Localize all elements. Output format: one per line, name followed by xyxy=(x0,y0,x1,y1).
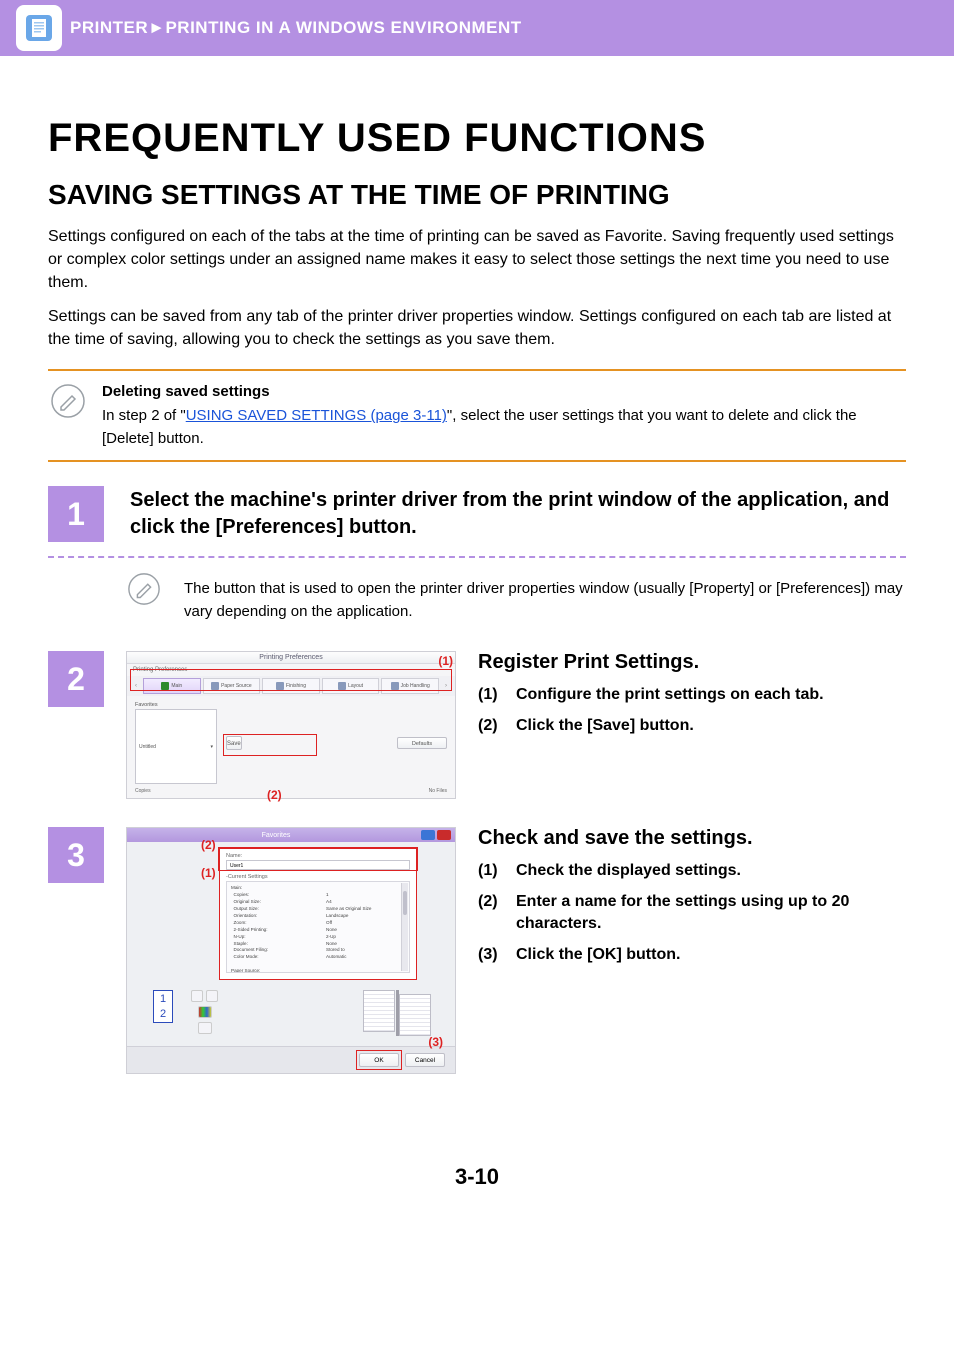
breadcrumb-section: PRINTER xyxy=(70,18,148,37)
settings-right-col: 1 A4 Same as Original Size Landscape Off… xyxy=(326,885,405,969)
tab-main-icon xyxy=(161,682,169,690)
chevron-left-icon[interactable]: ‹ xyxy=(131,683,141,689)
scrollbar[interactable] xyxy=(401,883,408,971)
output-preview xyxy=(363,990,435,1040)
settings-list: Main: Copies: Original Size: Output Size… xyxy=(226,881,410,973)
step-3-item-3: (3)Click the [OK] button. xyxy=(478,944,906,966)
tab-job-icon xyxy=(391,682,399,690)
callout-label-1: (1) xyxy=(201,866,216,880)
page-number: 3-10 xyxy=(48,1164,906,1190)
page-h1: FREQUENTLY USED FUNCTIONS xyxy=(48,116,906,161)
favorites-label: Favorites xyxy=(135,702,220,708)
color-preview-icon xyxy=(198,1006,212,1018)
name-input[interactable]: User1 xyxy=(226,860,410,870)
breadcrumb: PRINTER►PRINTING IN A WINDOWS ENVIRONMEN… xyxy=(70,18,522,38)
breadcrumb-page: PRINTING IN A WINDOWS ENVIRONMENT xyxy=(165,18,521,37)
step-2-item-1: (1)Configure the print settings on each … xyxy=(478,684,906,706)
no-files-label: No Files xyxy=(429,788,447,794)
cancel-button[interactable]: Cancel xyxy=(405,1053,445,1067)
tab-finishing-icon xyxy=(276,682,284,690)
tab-finishing[interactable]: Finishing xyxy=(262,678,320,694)
printing-preferences-screenshot: (1) Printing Preferences Printing Prefer… xyxy=(126,651,456,799)
step-2-item-2: (2)Click the [Save] button. xyxy=(478,715,906,737)
favorites-select[interactable]: Untitled ▾ xyxy=(135,709,217,784)
toggle-icon-2[interactable] xyxy=(206,990,218,1002)
toggle-icon-1[interactable] xyxy=(191,990,203,1002)
preview-page-1 xyxy=(363,990,395,1032)
defaults-button[interactable]: Defaults xyxy=(397,737,447,749)
step-1-subnote: The button that is used to open the prin… xyxy=(184,572,906,623)
callout-label-2: (2) xyxy=(201,838,216,852)
step-3-title: Check and save the settings. xyxy=(478,827,906,850)
settings-left-col: Main: Copies: Original Size: Output Size… xyxy=(231,885,310,969)
close-window-button[interactable] xyxy=(437,830,451,840)
tab-layout-label: Layout xyxy=(348,683,363,689)
callout-label-3: (3) xyxy=(428,1035,443,1049)
chevron-right-icon[interactable]: › xyxy=(441,683,451,689)
current-settings-label: -Current Settings xyxy=(226,874,410,880)
tab-paper-source[interactable]: Paper Source xyxy=(203,678,261,694)
dialog-footer: OK Cancel xyxy=(127,1046,455,1073)
step-3-item-1: (1)Check the displayed settings. xyxy=(478,860,906,882)
callout-label-2: (2) xyxy=(267,788,282,802)
breadcrumb-arrow: ► xyxy=(148,18,165,37)
note-block: Deleting saved settings In step 2 of "US… xyxy=(48,369,906,463)
page-h2: SAVING SETTINGS AT THE TIME OF PRINTING xyxy=(48,179,906,211)
note-pre: In step 2 of " xyxy=(102,407,186,424)
tab-paper-icon xyxy=(211,682,219,690)
page-index-box: 1 2 xyxy=(153,990,173,1023)
mock-window-title: Printing Preferences xyxy=(127,652,455,664)
link-using-saved-settings[interactable]: USING SAVED SETTINGS (page 3-11) xyxy=(186,407,447,424)
step-2: 2 (1) Printing Preferences Printing Pref… xyxy=(48,651,906,799)
tab-layout[interactable]: Layout xyxy=(322,678,380,694)
step-3-item-2: (2)Enter a name for the settings using u… xyxy=(478,891,906,936)
note-title: Deleting saved settings xyxy=(102,381,906,404)
step-number-badge: 2 xyxy=(48,651,104,707)
favorites-dialog-title: Favorites xyxy=(131,832,421,839)
ok-button[interactable]: OK xyxy=(359,1053,399,1067)
help-window-button[interactable] xyxy=(421,830,435,840)
tab-paper-label: Paper Source xyxy=(221,683,252,689)
favorites-dialog-title-bar: Favorites xyxy=(127,828,455,842)
pencil-note-icon xyxy=(124,572,164,623)
dashed-separator xyxy=(48,556,906,558)
mock-window-subtitle: Printing Preferences xyxy=(127,664,455,676)
copies-label: Copies xyxy=(135,788,151,794)
favorites-dialog-screenshot: Favorites (2) (1) Name: User1 -Current S… xyxy=(126,827,456,1074)
step-number-badge: 3 xyxy=(48,827,104,883)
name-label: Name: xyxy=(226,853,410,859)
save-button[interactable]: Save xyxy=(226,736,242,750)
step-2-title: Register Print Settings. xyxy=(478,651,906,674)
step-3: 3 Favorites (2) (1) Name: xyxy=(48,827,906,1074)
intro-paragraph-2: Settings can be saved from any tab of th… xyxy=(48,305,906,351)
tab-finishing-label: Finishing xyxy=(286,683,306,689)
note-body: In step 2 of "USING SAVED SETTINGS (page… xyxy=(102,405,906,450)
tab-main-label: Main xyxy=(171,683,182,689)
step-number-badge: 1 xyxy=(48,486,104,542)
favorites-row: Favorites Untitled ▾ Save Defaults xyxy=(127,696,455,788)
preview-page-2 xyxy=(399,994,431,1036)
step-1-title: Select the machine's printer driver from… xyxy=(130,486,906,542)
chevron-down-icon: ▾ xyxy=(210,744,213,750)
tab-layout-icon xyxy=(338,682,346,690)
callout-label-1: (1) xyxy=(438,654,453,668)
header-bar: PRINTER►PRINTING IN A WINDOWS ENVIRONMEN… xyxy=(0,0,954,56)
intro-paragraph-1: Settings configured on each of the tabs … xyxy=(48,225,906,295)
tabs-row: ‹ Main Paper Source Finishing Layout Job… xyxy=(127,676,455,696)
tab-main[interactable]: Main xyxy=(143,678,201,694)
printer-chapter-icon xyxy=(16,5,62,51)
settings-panel: Name: User1 -Current Settings Main: Copi… xyxy=(219,848,417,980)
step-1: 1 Select the machine's printer driver fr… xyxy=(48,486,906,623)
page-preview-icon xyxy=(198,1022,212,1034)
pencil-note-icon xyxy=(48,381,88,451)
favorites-value: Untitled xyxy=(139,744,156,750)
scroll-thumb[interactable] xyxy=(403,891,407,915)
tab-job-handling[interactable]: Job Handling xyxy=(381,678,439,694)
tab-job-label: Job Handling xyxy=(401,683,430,689)
